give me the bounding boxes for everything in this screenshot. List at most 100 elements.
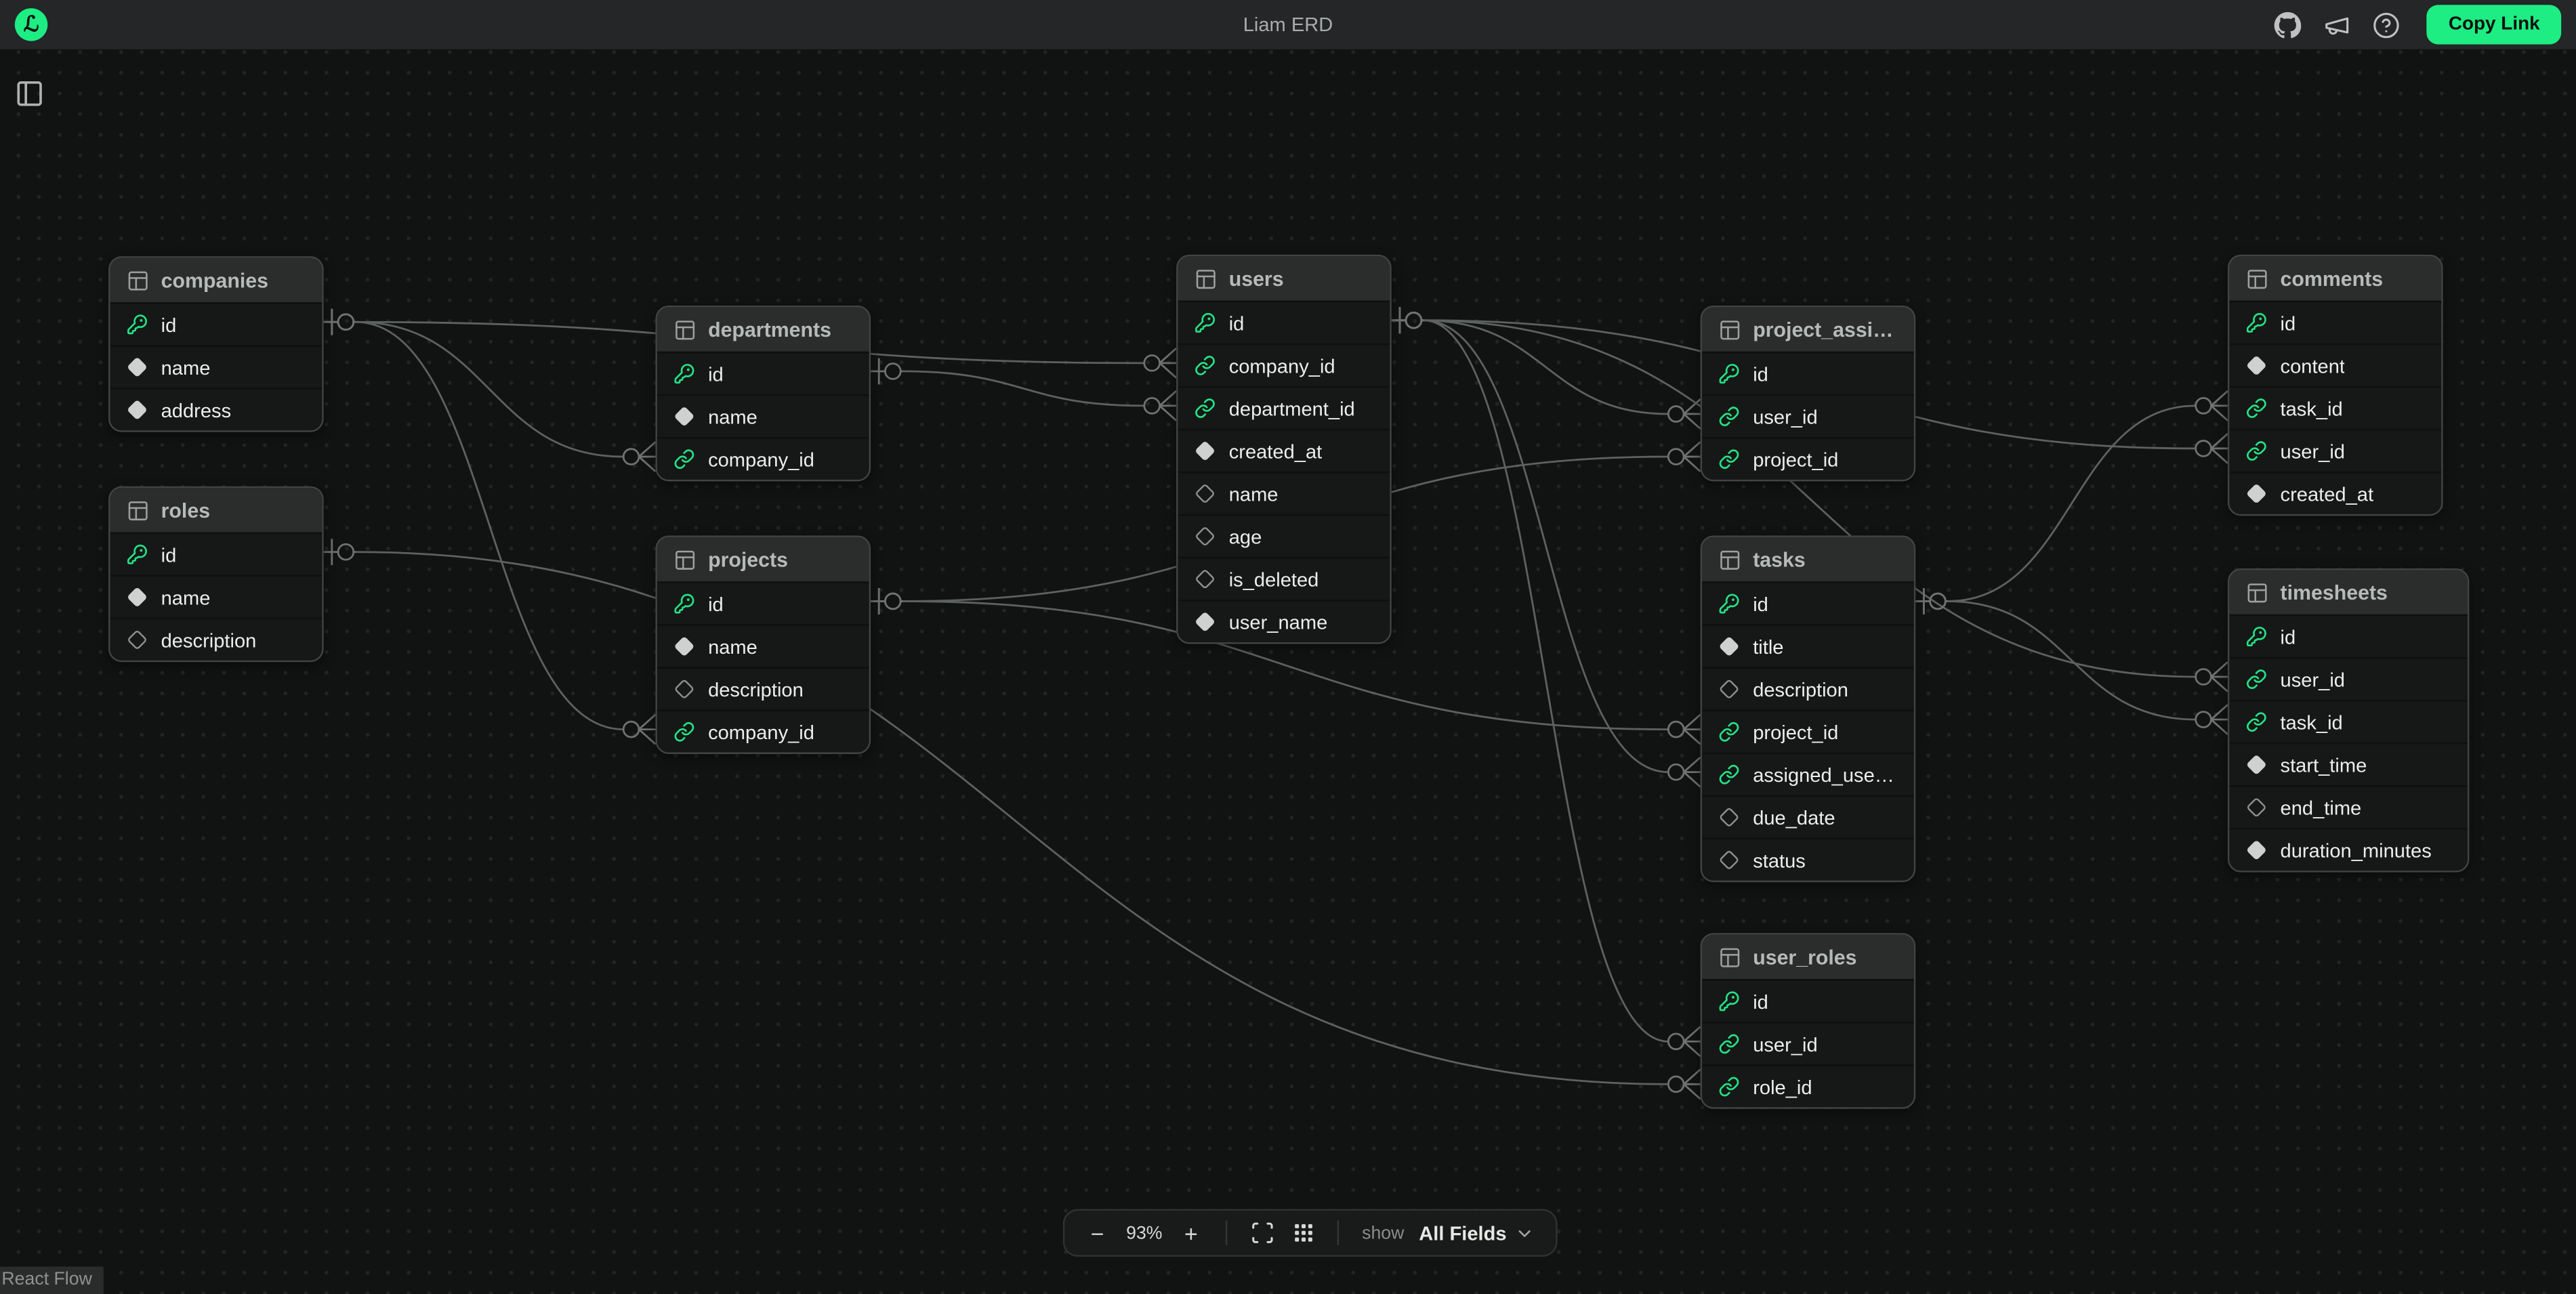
foreign-key-link-icon <box>1718 448 1740 470</box>
column-name-label: created_at <box>2281 482 2374 505</box>
liam-logo[interactable]: ℒ <box>15 8 47 41</box>
column-name-label: end_time <box>2281 796 2362 819</box>
primary-key-icon <box>1718 593 1740 614</box>
relationship-edge <box>324 309 656 472</box>
sidebar-toggle-button[interactable] <box>13 79 45 111</box>
foreign-key-link-icon <box>2246 711 2268 733</box>
column-row-id: id <box>1178 301 1390 343</box>
column-row-address: address <box>110 388 322 430</box>
table-icon <box>673 548 697 571</box>
table-name-label: comments <box>2281 267 2384 290</box>
primary-key-icon <box>2246 312 2268 334</box>
table-header[interactable]: timesheets <box>2229 570 2468 614</box>
nullable-diamond-icon <box>1718 850 1740 871</box>
primary-key-icon <box>673 593 695 614</box>
column-row-project_id: project_id <box>1702 437 1914 480</box>
fit-view-button[interactable] <box>1247 1218 1276 1248</box>
canvas-toolbar: − 93% + show All Fields <box>1063 1209 1558 1257</box>
foreign-key-link-icon <box>1718 1033 1740 1055</box>
table-icon <box>1718 318 1741 341</box>
table-name-label: project_assignments <box>1753 318 1897 341</box>
column-row-name: name <box>110 575 322 618</box>
relationship-edge <box>324 309 656 745</box>
help-button[interactable] <box>2373 11 2401 39</box>
column-row-duration_minutes: duration_minutes <box>2229 828 2468 871</box>
table-node-comments[interactable]: commentsidcontenttask_iduser_idcreated_a… <box>2228 255 2443 516</box>
zoom-out-button[interactable]: − <box>1083 1218 1113 1248</box>
foreign-key-link-icon <box>2246 440 2268 462</box>
column-row-name: name <box>657 624 869 667</box>
table-node-projects[interactable]: projectsidnamedescriptioncompany_id <box>655 535 871 753</box>
column-row-due_date: due_date <box>1702 795 1914 838</box>
zoom-in-button[interactable]: + <box>1176 1218 1206 1248</box>
table-node-timesheets[interactable]: timesheetsiduser_idtask_idstart_timeend_… <box>2228 568 2469 873</box>
table-icon <box>2246 581 2269 604</box>
nullable-diamond-icon <box>1718 807 1740 829</box>
table-name-label: companies <box>161 268 268 291</box>
grid-dots-icon <box>1291 1221 1315 1245</box>
table-header[interactable]: projects <box>657 537 869 581</box>
toolbar-divider <box>1226 1221 1227 1245</box>
column-row-created_at: created_at <box>1178 429 1390 472</box>
show-fields-dropdown[interactable]: All Fields <box>1415 1222 1537 1245</box>
foreign-key-link-icon <box>1718 721 1740 743</box>
column-name-label: description <box>1753 677 1848 701</box>
not-null-diamond-icon <box>2246 355 2268 377</box>
foreign-key-link-icon <box>1194 398 1216 419</box>
table-node-roles[interactable]: rolesidnamedescription <box>108 486 324 662</box>
column-row-id: id <box>657 352 869 394</box>
announcements-button[interactable] <box>2324 11 2352 39</box>
column-row-created_at: created_at <box>2229 472 2441 514</box>
primary-key-icon <box>673 363 695 385</box>
table-header[interactable]: project_assignments <box>1702 307 1914 351</box>
column-name-label: user_name <box>1229 610 1328 633</box>
table-node-tasks[interactable]: tasksidtitledescriptionproject_idassigne… <box>1701 535 1916 882</box>
table-node-user_roles[interactable]: user_rolesiduser_idrole_id <box>1701 933 1916 1108</box>
table-header[interactable]: user_roles <box>1702 935 1914 979</box>
github-button[interactable] <box>2274 11 2302 39</box>
column-row-id: id <box>1702 352 1914 394</box>
column-name-label: content <box>2281 354 2345 377</box>
column-name-label: age <box>1229 525 1262 548</box>
table-node-departments[interactable]: departmentsidnamecompany_id <box>655 306 871 481</box>
column-name-label: company_id <box>1229 354 1335 377</box>
copy-link-button[interactable]: Copy Link <box>2427 5 2561 44</box>
column-name-label: user_id <box>1753 1032 1817 1056</box>
table-header[interactable]: tasks <box>1702 537 1914 581</box>
table-name-label: roles <box>161 499 210 522</box>
table-node-companies[interactable]: companiesidnameaddress <box>108 256 324 432</box>
column-name-label: address <box>161 398 232 421</box>
column-name-label: company_id <box>708 448 814 471</box>
table-node-project_assignments[interactable]: project_assignmentsiduser_idproject_id <box>1701 306 1916 481</box>
foreign-key-link-icon <box>673 448 695 470</box>
column-name-label: project_id <box>1753 448 1838 471</box>
not-null-diamond-icon <box>673 406 695 427</box>
show-fields-value: All Fields <box>1419 1222 1506 1245</box>
column-row-id: id <box>110 533 322 575</box>
column-row-task_id: task_id <box>2229 386 2441 429</box>
table-header[interactable]: comments <box>2229 256 2441 300</box>
column-row-user_id: user_id <box>1702 1022 1914 1064</box>
column-name-label: id <box>708 592 724 615</box>
table-header[interactable]: departments <box>657 307 869 351</box>
column-name-label: name <box>161 585 211 608</box>
table-header[interactable]: companies <box>110 258 322 302</box>
react-flow-attribution[interactable]: React Flow <box>0 1266 104 1294</box>
column-name-label: task_id <box>2281 397 2343 420</box>
github-icon <box>2274 11 2302 39</box>
tidy-up-button[interactable] <box>1288 1218 1318 1248</box>
nullable-diamond-icon <box>127 629 148 651</box>
column-row-title: title <box>1702 624 1914 667</box>
table-header[interactable]: users <box>1178 256 1390 300</box>
table-header[interactable]: roles <box>110 488 322 532</box>
primary-key-icon <box>127 314 148 335</box>
column-row-description: description <box>1702 667 1914 709</box>
nullable-diamond-icon <box>1194 526 1216 547</box>
primary-key-icon <box>1194 312 1216 334</box>
column-row-description: description <box>657 667 869 709</box>
column-row-assigned_user_id: assigned_user_id <box>1702 753 1914 795</box>
show-label: show <box>1362 1223 1404 1243</box>
foreign-key-link-icon <box>1194 355 1216 377</box>
column-row-id: id <box>2229 301 2441 343</box>
table-node-users[interactable]: usersidcompany_iddepartment_idcreated_at… <box>1176 255 1392 644</box>
